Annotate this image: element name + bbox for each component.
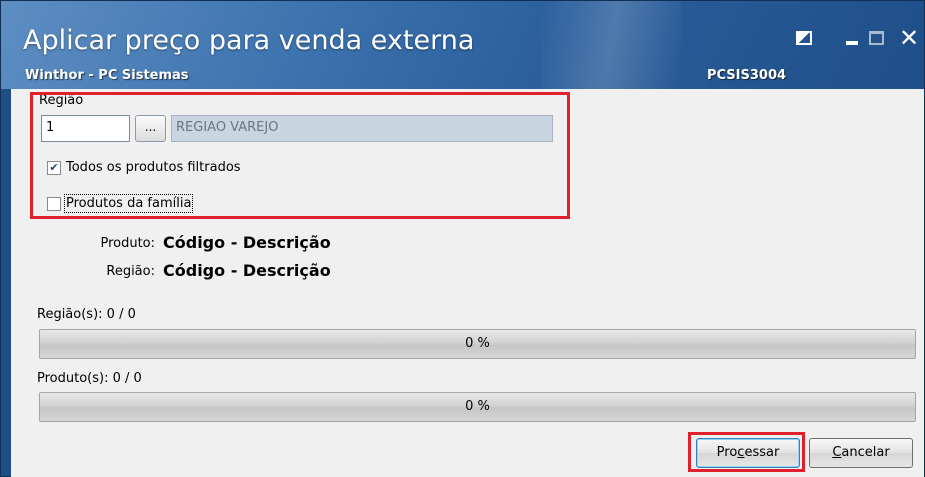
produto-info-key: Produto: — [100, 236, 155, 251]
restore-icon[interactable] — [796, 31, 812, 45]
processar-suffix: essar — [744, 445, 780, 460]
produto-info-value: Código - Descrição — [163, 233, 331, 252]
maximize-icon[interactable] — [869, 31, 884, 45]
browse-regiao-button[interactable]: ... — [135, 115, 166, 142]
todos-produtos-checkbox-row[interactable]: ✔ Todos os produtos filtrados — [47, 160, 241, 175]
produtos-progress-text: 0 % — [465, 399, 490, 414]
regiao-info-value: Código - Descrição — [163, 261, 331, 280]
regiao-name-field: REGIAO VAREJO — [171, 115, 553, 142]
cancelar-suffix: ancelar — [841, 445, 890, 460]
regiao-info-key: Região: — [106, 264, 155, 279]
title-bar[interactable]: Aplicar preço para venda externa Winthor… — [1, 1, 924, 89]
dialog-body: Região 1 ... REGIAO VAREJO ✔ Todos os pr… — [11, 89, 924, 477]
regiao-label: Região — [39, 93, 84, 108]
produtos-familia-checkbox[interactable] — [47, 196, 61, 211]
screen-code: PCSIS3004 — [707, 68, 787, 83]
window-subtitle: Winthor - PC Sistemas — [25, 68, 189, 83]
window-title: Aplicar preço para venda externa — [23, 25, 475, 56]
close-icon[interactable]: ✕ — [899, 26, 919, 50]
produtos-familia-checkbox-row[interactable]: Produtos da família — [47, 194, 194, 213]
regioes-progress-bar: 0 % — [39, 329, 916, 359]
processar-button[interactable]: Processar — [696, 438, 800, 468]
regioes-progress-text: 0 % — [465, 336, 490, 351]
regiao-code-input[interactable]: 1 — [41, 115, 130, 142]
cancelar-button[interactable]: Cancelar — [809, 438, 913, 468]
produtos-progress-bar: 0 % — [39, 392, 916, 422]
produtos-familia-label: Produtos da família — [63, 194, 194, 213]
processar-prefix: Pro — [716, 445, 738, 460]
regioes-progress-label: Região(s): 0 / 0 — [37, 307, 136, 322]
todos-produtos-label: Todos os produtos filtrados — [66, 160, 241, 175]
title-bar-gloss — [541, 1, 681, 89]
todos-produtos-checkbox[interactable]: ✔ — [47, 160, 61, 175]
minimize-icon[interactable] — [846, 41, 858, 45]
dialog-window: Aplicar preço para venda externa Winthor… — [0, 0, 925, 477]
produtos-progress-label: Produto(s): 0 / 0 — [37, 371, 142, 386]
